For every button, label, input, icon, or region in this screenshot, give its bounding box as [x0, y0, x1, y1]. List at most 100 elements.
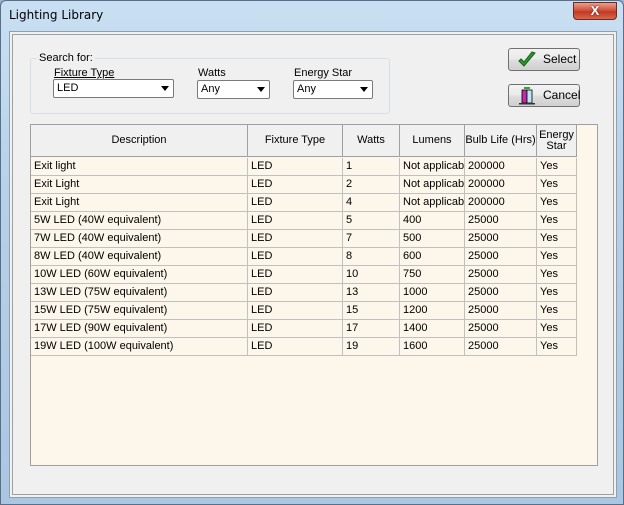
cell-fixture-type: LED [248, 230, 343, 248]
table-row[interactable]: 19W LED (100W equivalent) LED 19 1600 25000 Y… [31, 338, 577, 356]
cell-watts: 15 [343, 302, 400, 320]
cell-energy-star: Yes [537, 176, 577, 194]
cell-energy-star: Yes [537, 248, 577, 266]
select-button-label: Select [543, 52, 577, 66]
cell-description: 10W LED (60W equivalent) [31, 266, 248, 284]
table-row[interactable]: Exit Light LED 4 Not applicabl 200000 Yes [31, 194, 577, 212]
table-header: Description Fixture Type Watts Lumens Bu… [31, 125, 577, 157]
cell-lumens: 1000 [400, 284, 465, 302]
table-row[interactable]: 5W LED (40W equivalent) LED 5 400 25000 Yes [31, 212, 577, 230]
cell-bulb-life: 200000 [465, 158, 537, 176]
table-row[interactable]: 15W LED (75W equivalent) LED 15 1200 25000 Ye… [31, 302, 577, 320]
cell-watts: 7 [343, 230, 400, 248]
cell-fixture-type: LED [248, 194, 343, 212]
window-title: Lighting Library [9, 8, 104, 22]
column-header-description[interactable]: Description [31, 125, 248, 157]
table-row[interactable]: Exit light LED 1 Not applicabl 200000 Yes [31, 158, 577, 176]
cell-watts: 19 [343, 338, 400, 356]
cancel-button[interactable]: Cancel [508, 84, 580, 107]
cell-bulb-life: 25000 [465, 302, 537, 320]
close-button[interactable]: X [573, 2, 617, 20]
cell-watts: 5 [343, 212, 400, 230]
dropdown-arrow-icon [360, 87, 368, 92]
cell-description: 8W LED (40W equivalent) [31, 248, 248, 266]
cell-fixture-type: LED [248, 248, 343, 266]
column-header-fixture-type[interactable]: Fixture Type [248, 125, 343, 157]
cell-description: 17W LED (90W equivalent) [31, 320, 248, 338]
select-button[interactable]: Select [508, 48, 580, 71]
fixture-type-value: LED [57, 82, 79, 94]
energy-star-select[interactable]: Any [293, 80, 373, 99]
watts-value: Any [201, 83, 220, 95]
cell-bulb-life: 25000 [465, 266, 537, 284]
cell-watts: 13 [343, 284, 400, 302]
table-row[interactable]: 13W LED (75W equivalent) LED 13 1000 25000 Ye… [31, 284, 577, 302]
cell-bulb-life: 25000 [465, 230, 537, 248]
door-exit-icon [519, 87, 535, 105]
cell-bulb-life: 25000 [465, 212, 537, 230]
cell-description: Exit light [31, 158, 248, 176]
search-groupbox: Search for: Fixture Type LED Watts Any E… [30, 52, 390, 114]
cell-description: 15W LED (75W equivalent) [31, 302, 248, 320]
table-row[interactable]: 8W LED (40W equivalent) LED 8 600 25000 Yes [31, 248, 577, 266]
column-header-lumens[interactable]: Lumens [400, 125, 465, 157]
cell-fixture-type: LED [248, 302, 343, 320]
cell-lumens: 1200 [400, 302, 465, 320]
watts-select[interactable]: Any [197, 80, 270, 99]
close-icon: X [590, 3, 600, 18]
lighting-library-dialog: Lighting Library X Search for: Fixture T… [0, 0, 624, 505]
lighting-table: Description Fixture Type Watts Lumens Bu… [30, 124, 598, 466]
table-row[interactable]: 17W LED (90W equivalent) LED 17 1400 25000 Ye… [31, 320, 577, 338]
fixture-type-select[interactable]: LED [53, 79, 174, 98]
cell-lumens: 600 [400, 248, 465, 266]
cell-description: Exit Light [31, 176, 248, 194]
column-header-energy-star[interactable]: Energy Star [537, 125, 577, 157]
cell-watts: 10 [343, 266, 400, 284]
cell-bulb-life: 25000 [465, 248, 537, 266]
cell-lumens: 1400 [400, 320, 465, 338]
cancel-button-label: Cancel [543, 88, 581, 102]
dialog-body: Search for: Fixture Type LED Watts Any E… [9, 31, 617, 498]
cell-fixture-type: LED [248, 176, 343, 194]
column-header-bulb-life[interactable]: Bulb Life (Hrs) [465, 125, 537, 157]
cell-lumens: 500 [400, 230, 465, 248]
search-for-label: Search for: [37, 52, 95, 64]
cell-description: 5W LED (40W equivalent) [31, 212, 248, 230]
cell-bulb-life: 25000 [465, 284, 537, 302]
dropdown-arrow-icon [257, 87, 265, 92]
cell-lumens: Not applicabl [400, 176, 465, 194]
energy-star-label: Energy Star [294, 67, 353, 79]
cell-lumens: Not applicabl [400, 194, 465, 212]
cell-watts: 2 [343, 176, 400, 194]
cell-description: 13W LED (75W equivalent) [31, 284, 248, 302]
table-row[interactable]: 7W LED (40W equivalent) LED 7 500 25000 Yes [31, 230, 577, 248]
cell-energy-star: Yes [537, 266, 577, 284]
checkmark-icon [518, 51, 536, 67]
cell-lumens: Not applicabl [400, 158, 465, 176]
cell-energy-star: Yes [537, 212, 577, 230]
cell-bulb-life: 200000 [465, 176, 537, 194]
cell-description: Exit Light [31, 194, 248, 212]
cell-lumens: 400 [400, 212, 465, 230]
title-bar: Lighting Library X [1, 1, 623, 29]
energy-star-value: Any [297, 83, 316, 95]
cell-bulb-life: 25000 [465, 320, 537, 338]
cell-energy-star: Yes [537, 194, 577, 212]
cell-description: 7W LED (40W equivalent) [31, 230, 248, 248]
cell-watts: 1 [343, 158, 400, 176]
cell-fixture-type: LED [248, 284, 343, 302]
cell-fixture-type: LED [248, 266, 343, 284]
cell-bulb-life: 200000 [465, 194, 537, 212]
fixture-type-label: Fixture Type [54, 67, 115, 79]
column-header-watts[interactable]: Watts [343, 125, 400, 157]
cell-watts: 17 [343, 320, 400, 338]
cell-fixture-type: LED [248, 338, 343, 356]
table-row[interactable]: Exit Light LED 2 Not applicabl 200000 Yes [31, 176, 577, 194]
cell-lumens: 1600 [400, 338, 465, 356]
cell-description: 19W LED (100W equivalent) [31, 338, 248, 356]
cell-watts: 8 [343, 248, 400, 266]
cell-lumens: 750 [400, 266, 465, 284]
cell-energy-star: Yes [537, 338, 577, 356]
table-row[interactable]: 10W LED (60W equivalent) LED 10 750 25000 Yes [31, 266, 577, 284]
cell-energy-star: Yes [537, 158, 577, 176]
